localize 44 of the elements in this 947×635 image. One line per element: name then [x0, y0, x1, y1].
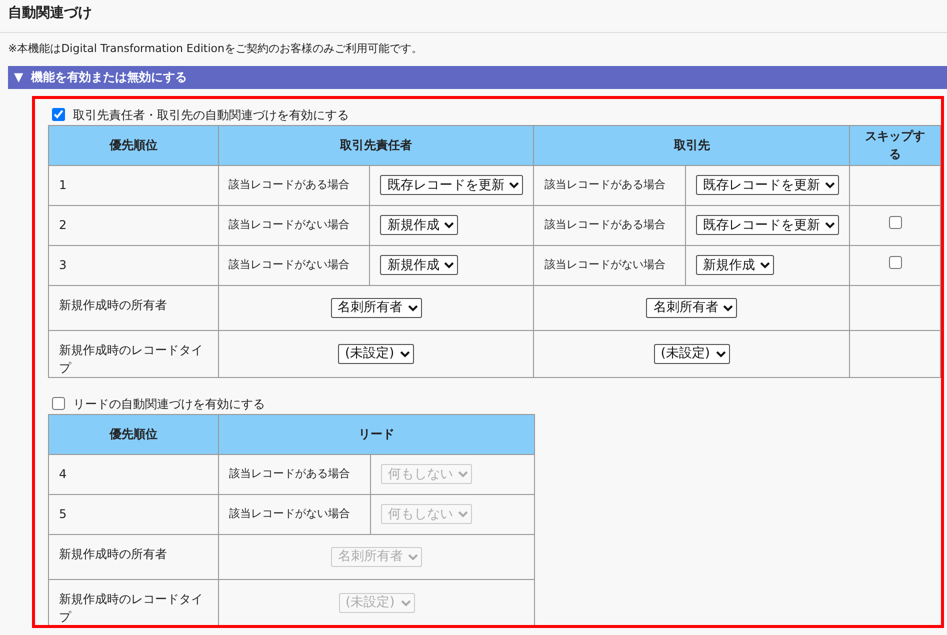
condition-cell: 該当レコードがない場合 [218, 245, 370, 285]
skip-checkbox[interactable] [888, 216, 902, 229]
condition-cell: 該当レコードがある場合 [218, 165, 370, 205]
toggle-icon[interactable]: ▼ [14, 68, 24, 86]
row-label: 新規作成時の所有者 [48, 285, 218, 330]
row-label: 新規作成時のレコードタイプ [48, 330, 218, 377]
row-label: 5 [48, 494, 218, 534]
dropdown[interactable]: 既存レコードを更新 [696, 175, 840, 195]
notice-text: ※本機能はDigital Transformation Editionをご契約のお客様のみご利用可能です。 [7, 41, 424, 57]
condition-cell: 該当レコードがない場合 [218, 494, 370, 534]
condition-cell: 該当レコードがある場合 [534, 205, 686, 245]
dropdown[interactable]: 既存レコードを更新 [696, 215, 840, 235]
row-label: 3 [48, 245, 218, 285]
dropdown[interactable]: 既存レコードを更新 [380, 175, 524, 195]
condition-cell: 該当レコードがない場合 [218, 205, 370, 245]
dropdown[interactable]: 新規作成 [696, 255, 774, 275]
column-header: リード [218, 414, 534, 454]
dropdown[interactable]: (未設定) [654, 344, 730, 364]
enable-checkbox[interactable] [52, 108, 65, 121]
column-header: 優先順位 [48, 125, 218, 165]
row-label: 新規作成時の所有者 [48, 534, 218, 579]
dropdown[interactable]: 新規作成 [380, 215, 458, 235]
row-label: 4 [48, 454, 218, 494]
column-header: 取引先 [534, 125, 850, 165]
row-label: 1 [48, 165, 218, 205]
row-label: 2 [48, 205, 218, 245]
section-header[interactable]: ▼ 機能を有効または無効にする [8, 66, 947, 88]
dropdown[interactable]: 新規作成 [380, 255, 458, 275]
condition-cell: 該当レコードがない場合 [534, 245, 686, 285]
dropdown[interactable]: 名刺所有者 [646, 298, 738, 318]
enable-checkbox[interactable] [52, 397, 65, 410]
column-header: 取引先責任者 [218, 125, 534, 165]
dropdown[interactable]: 名刺所有者 [330, 298, 422, 318]
checkbox-label: 取引先責任者・取引先の自動関連づけを有効にする [73, 106, 349, 124]
skip-checkbox[interactable] [888, 256, 902, 269]
page-title: 自動関連づけ [0, 0, 947, 33]
column-header: スキップする [850, 125, 940, 165]
checkbox-label: リードの自動関連づけを有効にする [73, 396, 265, 412]
column-header: 優先順位 [48, 414, 218, 454]
condition-cell: 該当レコードがある場合 [218, 454, 370, 494]
section-title: 機能を有効または無効にする [31, 69, 188, 86]
row-label: 新規作成時のレコードタイプ [48, 579, 218, 624]
condition-cell: 該当レコードがある場合 [534, 165, 686, 205]
dropdown[interactable]: (未設定) [338, 344, 414, 364]
